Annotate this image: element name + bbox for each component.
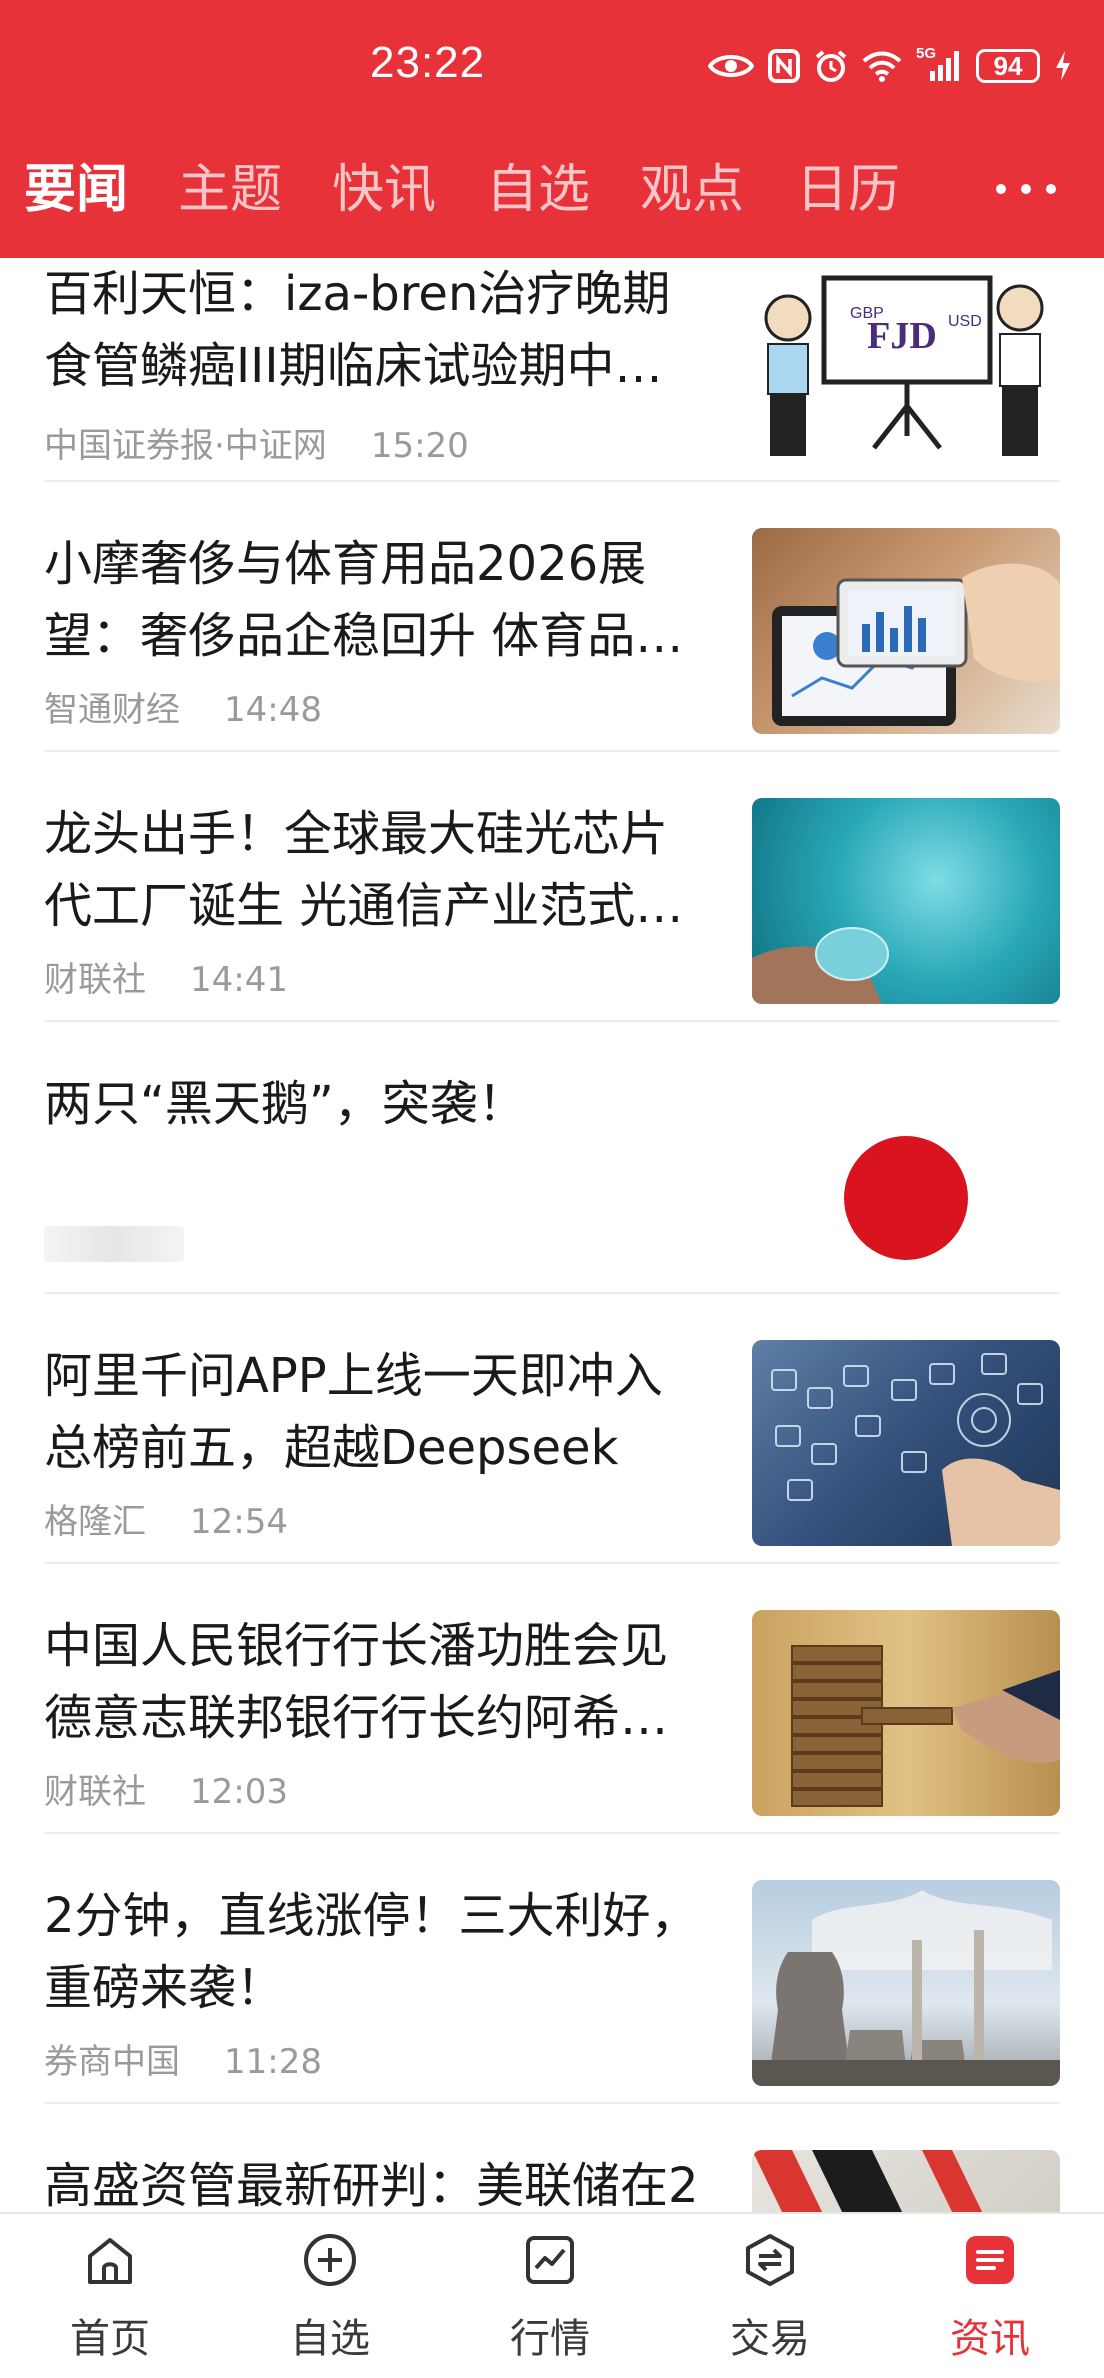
nav-trade[interactable]: 交易 (660, 2214, 880, 2378)
news-meta: 智通财经 14:48 (44, 682, 322, 731)
nav-label: 交易 (730, 2316, 810, 2362)
nav-news[interactable]: 资讯 (880, 2214, 1100, 2378)
news-meta: 券商中国 11:28 (44, 2034, 322, 2083)
category-tabs: 要闻 主题 快讯 自选 观点 日历 (0, 150, 1104, 230)
news-item[interactable]: 中国人民银行行长潘功胜会见德意志联邦银行行长约阿希姆·纳格尔 财联社 12:03 (44, 1610, 1060, 1830)
wifi-icon (862, 50, 902, 82)
chart-icon (520, 2230, 580, 2290)
nav-home[interactable]: 首页 (0, 2214, 220, 2378)
news-thumbnail (752, 1880, 1060, 2086)
news-item[interactable]: 百利天恒：iza-bren治疗晚期食管鳞癌III期临床试验期中分析达到主要终点 … (44, 258, 1060, 480)
news-item[interactable]: 阿里千问APP上线一天即冲入总榜前五，超越Deepseek 格隆汇 12:54 (44, 1340, 1060, 1560)
divider (44, 1020, 1060, 1022)
news-meta: 格隆汇 12:54 (44, 1494, 288, 1543)
tab-yaowen[interactable]: 要闻 (24, 150, 128, 230)
news-item[interactable]: 2分钟，直线涨停！三大利好，重磅来袭！ 券商中国 11:28 (44, 1880, 1060, 2100)
news-title: 阿里千问APP上线一天即冲入总榜前五，超越Deepseek (44, 1348, 663, 1476)
nav-market[interactable]: 行情 (440, 2214, 660, 2378)
news-title: 高盛资管最新研判：美联储在2 (44, 2158, 699, 2212)
divider (44, 1832, 1060, 1834)
tab-rili[interactable]: 日历 (796, 150, 900, 230)
news-thumbnail: FJD GBP USD (752, 266, 1060, 472)
news-meta: 财联社 12:03 (44, 1764, 288, 1813)
news-time: 11:28 (224, 2042, 322, 2082)
news-title: 中国人民银行行长潘功胜会见德意志联邦银行行长约阿希姆·纳格尔 (44, 1618, 684, 1746)
tab-kuaixun[interactable]: 快讯 (332, 150, 436, 230)
eye-icon (708, 51, 754, 81)
news-time: 12:54 (190, 1502, 288, 1542)
nfc-icon (768, 49, 800, 83)
news-thumbnail (752, 1340, 1060, 1546)
news-time: 12:03 (190, 1772, 288, 1812)
exchange-icon (740, 2230, 800, 2290)
nav-label: 自选 (290, 2316, 370, 2362)
news-title: 两只“黑天鹅”，突袭！ (44, 1076, 526, 1132)
tab-zhuti[interactable]: 主题 (178, 150, 282, 230)
news-time: 15:20 (370, 426, 469, 466)
news-time: 14:48 (224, 690, 322, 730)
news-meta: 财联社 14:41 (44, 952, 288, 1001)
news-icon (960, 2230, 1020, 2290)
divider (44, 1562, 1060, 1564)
home-icon (80, 2230, 140, 2290)
status-bar: 23:22 5G 94 (0, 0, 1104, 135)
news-title: 2分钟，直线涨停！三大利好，重磅来袭！ (44, 1888, 699, 2016)
news-source: 财联社 (44, 960, 146, 1000)
news-item[interactable]: 两只“黑天鹅”，突袭！ (44, 1068, 1060, 1288)
news-meta: 中国证券报·中证网 15:20 (44, 418, 469, 467)
nav-watchlist[interactable]: 自选 (220, 2214, 440, 2378)
network-type: 5G (916, 45, 937, 62)
battery-icon: 94 (976, 49, 1040, 83)
divider (44, 1292, 1060, 1294)
status-icons: 5G 94 (708, 44, 1072, 88)
app-header: 23:22 5G 94 要闻 主题 快讯 自选 观点 日历 (0, 0, 1104, 258)
divider (44, 2102, 1060, 2104)
bottom-nav: 首页 自选 行情 交易 资讯 (0, 2212, 1104, 2376)
tab-guandian[interactable]: 观点 (640, 150, 744, 230)
news-title: 龙头出手！全球最大硅光芯片代工厂诞生 光通信产业范式变革 (44, 806, 684, 934)
svg-text:GBP: GBP (850, 305, 884, 322)
news-feed[interactable]: 百利天恒：iza-bren治疗晚期食管鳞癌III期临床试验期中分析达到主要终点 … (0, 258, 1104, 2212)
nav-label: 首页 (70, 2316, 150, 2362)
news-thumbnail (752, 798, 1060, 1004)
news-item[interactable]: 高盛资管最新研判：美联储在2 (44, 2150, 1060, 2212)
news-source: 中国证券报·中证网 (44, 426, 327, 466)
news-item[interactable]: 龙头出手！全球最大硅光芯片代工厂诞生 光通信产业范式变革 财联社 14:41 (44, 798, 1060, 1018)
tab-zixuan[interactable]: 自选 (486, 150, 590, 230)
add-circle-icon (300, 2230, 360, 2290)
news-source: 智通财经 (44, 690, 180, 730)
more-dots-icon[interactable] (996, 174, 1056, 204)
news-item[interactable]: 小摩奢侈与体育用品2026展望：奢侈品企稳回升 体育品牌承压 智通财经 14:48 (44, 528, 1060, 748)
nav-label: 行情 (510, 2316, 590, 2362)
news-title: 小摩奢侈与体育用品2026展望：奢侈品企稳回升 体育品牌承压 (44, 536, 684, 664)
divider (44, 480, 1060, 482)
charging-icon (1054, 50, 1072, 82)
svg-text:USD: USD (948, 313, 982, 330)
alarm-icon (814, 49, 848, 83)
nav-label: 资讯 (950, 2316, 1030, 2362)
red-circle-image (844, 1136, 968, 1260)
news-time: 14:41 (190, 960, 288, 1000)
signal-icon: 5G (916, 45, 962, 83)
loading-placeholder (44, 1226, 184, 1262)
status-time: 23:22 (370, 38, 486, 87)
news-thumbnail (752, 528, 1060, 734)
news-source: 券商中国 (44, 2042, 180, 2082)
news-title: 百利天恒：iza-bren治疗晚期食管鳞癌III期临床试验期中分析达到主要终点 (44, 266, 671, 394)
news-thumbnail (752, 1610, 1060, 1816)
news-thumbnail (752, 2150, 1060, 2212)
news-source: 财联社 (44, 1772, 146, 1812)
news-source: 格隆汇 (44, 1502, 146, 1542)
divider (44, 750, 1060, 752)
